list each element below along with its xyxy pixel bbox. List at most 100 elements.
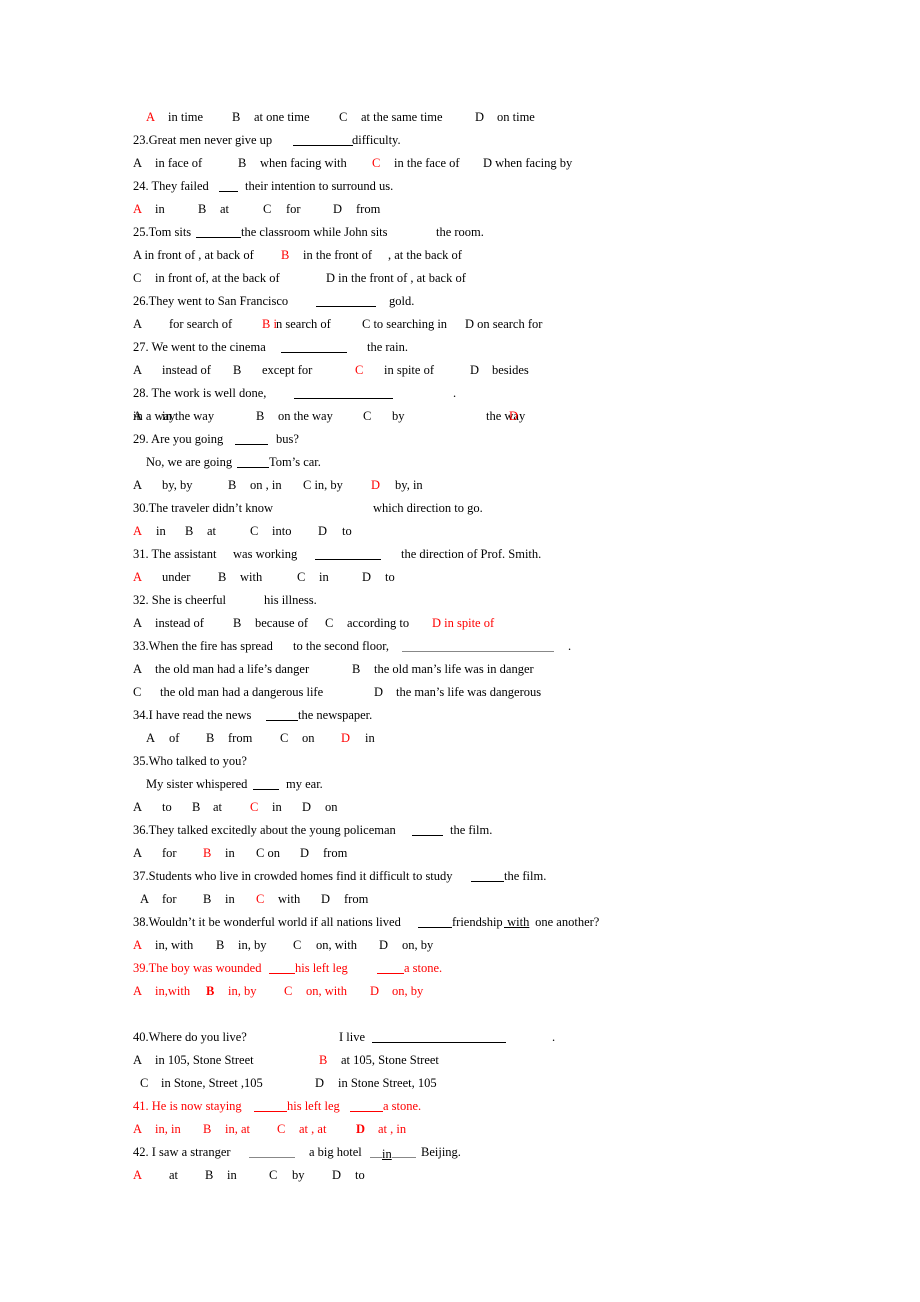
text-segment: 26.They went to San Francisco [133,294,289,308]
text-segment: for search of [169,317,233,331]
option-letter: B [203,892,212,906]
text-segment: , at the back of [388,248,462,262]
text-segment: 27. We went to the cinema [133,340,266,354]
text-segment: n search of [276,317,331,331]
answer-blank [370,1145,382,1158]
option-letter: B [256,409,265,423]
text-segment: . [552,1030,556,1044]
text-segment: 24. They failed [133,179,209,193]
option-letter: C [372,156,381,170]
text-segment: on the way [278,409,333,423]
text-segment: 32. She is cheerful [133,593,227,607]
text-segment: D in the front of , at back of [326,271,466,285]
option-letter: C [140,1076,149,1090]
answer-blank [237,455,269,468]
option-letter: B [218,570,227,584]
text-segment: on [302,731,315,745]
text-segment: 34.I have read the news [133,708,252,722]
option-letter: D [333,202,343,216]
option-letter: B [233,616,242,630]
text-segment: at , in [378,1122,407,1136]
text-segment: a stone. [383,1099,422,1113]
option-letter: D [356,1122,366,1136]
text-segment: the old man’s life was in danger [374,662,534,676]
text-segment: by, in [395,478,423,492]
option-letter: C [297,570,306,584]
option-letter: C [250,800,259,814]
text-segment: 28. The work is well done, [133,386,267,400]
option-letter: B [198,202,207,216]
option-letter: D [321,892,331,906]
text-segment: which direction to go. [373,501,483,515]
option-letter: C [363,409,372,423]
answer-blank [418,915,452,928]
option-letter: B [232,110,241,124]
option-letter: C [133,271,142,285]
text-segment: a big hotel [309,1145,362,1159]
text-segment: 35.Who talked to you? [133,754,247,768]
text-segment: at [207,524,217,538]
option-letter: B [206,731,215,745]
text-segment: to the second floor, [293,639,390,653]
text-segment: in [272,800,282,814]
text-segment: the old man had a life’s danger [155,662,310,676]
option-letter: B [228,478,237,492]
text-segment: to [355,1168,365,1182]
text-segment: in Stone, Street ,105 [161,1076,263,1090]
option-letter: A [133,478,143,492]
text-segment: the way [486,409,526,423]
text-segment: 36.They talked excitedly about the young… [133,823,396,837]
option-letter: D [362,570,372,584]
option-letter: A [133,1168,143,1182]
text-segment: on time [497,110,535,124]
text-segment: Tom’s car. [269,455,321,469]
option-letter: A [133,317,143,331]
text-segment: at the same time [361,110,443,124]
option-letter: A [133,1122,143,1136]
answer-blank [293,133,353,146]
answer-blank [315,547,381,560]
answer-blank [377,961,404,974]
option-letter: B [203,1122,212,1136]
text-segment: in, by [228,984,257,998]
option-letter: A [133,570,143,584]
text-segment: on , in [250,478,282,492]
option-letter: A [133,800,143,814]
answer-blank [316,294,376,307]
text-segment: at [169,1168,179,1182]
text-segment: in [225,846,235,860]
option-letter: B [319,1053,328,1067]
text-segment: in [156,524,166,538]
text-segment: instead of [162,363,211,377]
text-segment: a stone. [404,961,443,975]
text-segment: for [162,892,177,906]
text-segment: 29. Are you going [133,432,224,446]
text-segment: in,with [155,984,191,998]
text-segment: at [213,800,223,814]
answer-blank [219,179,238,192]
answer-blank [235,432,268,445]
option-letter: D [475,110,485,124]
text-segment: 39.The boy was wounded [133,961,262,975]
text-segment: I live [339,1030,366,1044]
answer-blank [350,1099,383,1112]
text-segment: Beijing. [421,1145,461,1159]
text-segment: with [278,892,301,906]
text-segment: into [272,524,292,538]
text-segment: in the face of [394,156,460,170]
option-letter: B [205,1168,214,1182]
text-segment: for [162,846,177,860]
text-segment: 33.When the fire has spread [133,639,273,653]
option-letter: C [133,685,142,699]
text-segment: 41. He is now staying [133,1099,242,1113]
option-letter: C [280,731,289,745]
text-segment: . [453,386,457,400]
text-segment: 23.Great men never give up [133,133,273,147]
text-segment: at 105, Stone Street [341,1053,439,1067]
text-segment: the film. [504,869,547,883]
option-letter: A [133,938,143,952]
text-segment: in, in [155,1122,181,1136]
text-segment: when facing with [260,156,347,170]
option-letter: C [256,892,265,906]
text-segment: the direction of Prof. Smith. [401,547,542,561]
